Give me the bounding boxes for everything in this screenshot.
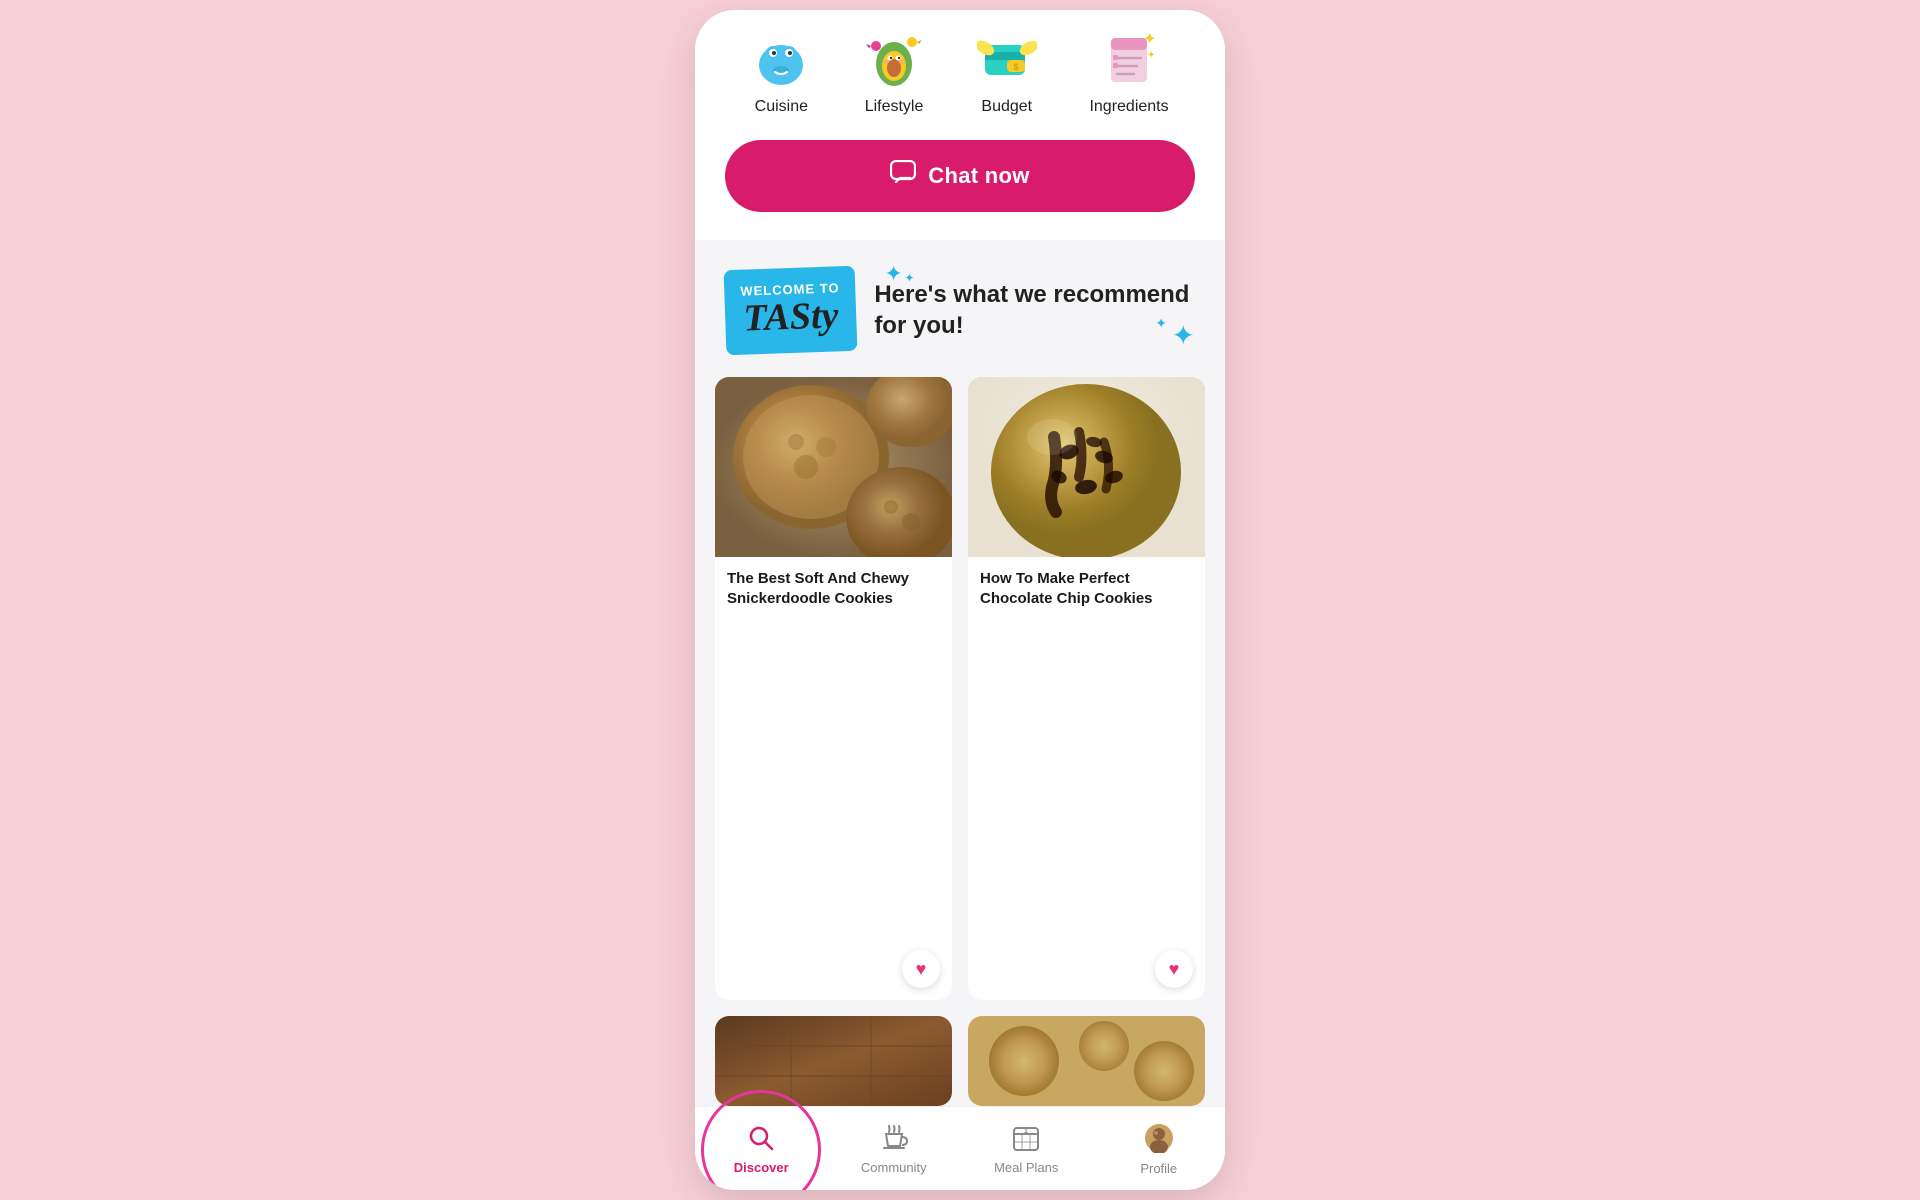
tasty-brand-text: TASty <box>743 295 839 340</box>
chocolate-chip-heart-button[interactable]: ♥ <box>1155 950 1193 988</box>
ingredients-icon: ✦ ✦ <box>1099 30 1159 90</box>
svg-text:✦: ✦ <box>1147 50 1155 61</box>
recipe-card-bottom-left[interactable] <box>715 1016 952 1106</box>
cuisine-icon <box>751 30 811 90</box>
budget-icon: $ <box>977 30 1037 90</box>
community-icon <box>880 1124 908 1156</box>
category-ingredients[interactable]: ✦ ✦ Ingredients <box>1089 30 1168 116</box>
recipe-grid: ♥ The Best Soft And Chewy Snickerdoodle … <box>695 377 1225 1016</box>
welcome-banner: WELCOME TO TASty ✦ ✦ Here's what we reco… <box>695 240 1225 377</box>
chocolate-chip-title: How To Make Perfect Chocolate Chip Cooki… <box>980 569 1193 610</box>
bottom-nav: Discover Community <box>695 1106 1225 1190</box>
recommend-text: Here's what we recommend for you! <box>874 279 1195 341</box>
profile-label: Profile <box>1140 1161 1177 1176</box>
lifestyle-icon <box>864 30 924 90</box>
chocolate-chip-info: How To Make Perfect Chocolate Chip Cooki… <box>968 557 1205 624</box>
chat-icon <box>890 160 916 192</box>
svg-text:$: $ <box>1013 62 1018 72</box>
nav-discover-wrapper: Discover <box>695 1118 828 1181</box>
chat-button-label: Chat now <box>928 163 1029 189</box>
tasty-logo: WELCOME TO TASty <box>724 266 858 355</box>
chocolate-chip-image <box>968 377 1205 557</box>
nav-item-discover[interactable]: Discover <box>695 1118 828 1181</box>
recipe-card-bottom-right[interactable] <box>968 1016 1205 1106</box>
svg-text:1: 1 <box>1024 1128 1028 1135</box>
category-lifestyle[interactable]: Lifestyle <box>864 30 924 116</box>
nav-item-meal-plans[interactable]: 1 Meal Plans <box>960 1118 1093 1181</box>
phone-container: Cuisine <box>695 10 1225 1190</box>
category-cuisine[interactable]: Cuisine <box>751 30 811 116</box>
snickerdoodle-heart-button[interactable]: ♥ <box>902 950 940 988</box>
sparkle-bottom-right-sm: ✦ <box>1155 315 1167 332</box>
lifestyle-label: Lifestyle <box>865 98 924 116</box>
discover-label: Discover <box>734 1160 789 1175</box>
ingredients-label: Ingredients <box>1089 98 1168 116</box>
recipe-bottom-row <box>695 1016 1225 1106</box>
profile-icon <box>1144 1123 1174 1157</box>
recipe-card-snickerdoodle[interactable]: ♥ The Best Soft And Chewy Snickerdoodle … <box>715 377 952 1000</box>
category-icons-row: Cuisine <box>725 30 1195 116</box>
sparkle-bottom-right: ✦ <box>1172 319 1195 352</box>
category-budget[interactable]: $ Budget <box>977 30 1037 116</box>
nav-item-community[interactable]: Community <box>828 1118 961 1181</box>
snickerdoodle-image <box>715 377 952 557</box>
chat-now-button[interactable]: Chat now <box>725 140 1195 212</box>
category-section: Cuisine <box>695 10 1225 240</box>
meal-plans-icon: 1 <box>1012 1124 1040 1156</box>
snickerdoodle-info: The Best Soft And Chewy Snickerdoodle Co… <box>715 557 952 624</box>
recipe-card-chocolate-chip[interactable]: ♥ How To Make Perfect Chocolate Chip Coo… <box>968 377 1205 1000</box>
community-label: Community <box>861 1160 927 1175</box>
meal-plans-label: Meal Plans <box>994 1160 1058 1175</box>
cuisine-label: Cuisine <box>755 98 808 116</box>
svg-text:✦: ✦ <box>1143 31 1156 48</box>
budget-label: Budget <box>981 98 1032 116</box>
discover-icon <box>747 1124 775 1156</box>
nav-item-profile[interactable]: Profile <box>1093 1117 1226 1182</box>
snickerdoodle-title: The Best Soft And Chewy Snickerdoodle Co… <box>727 569 940 610</box>
